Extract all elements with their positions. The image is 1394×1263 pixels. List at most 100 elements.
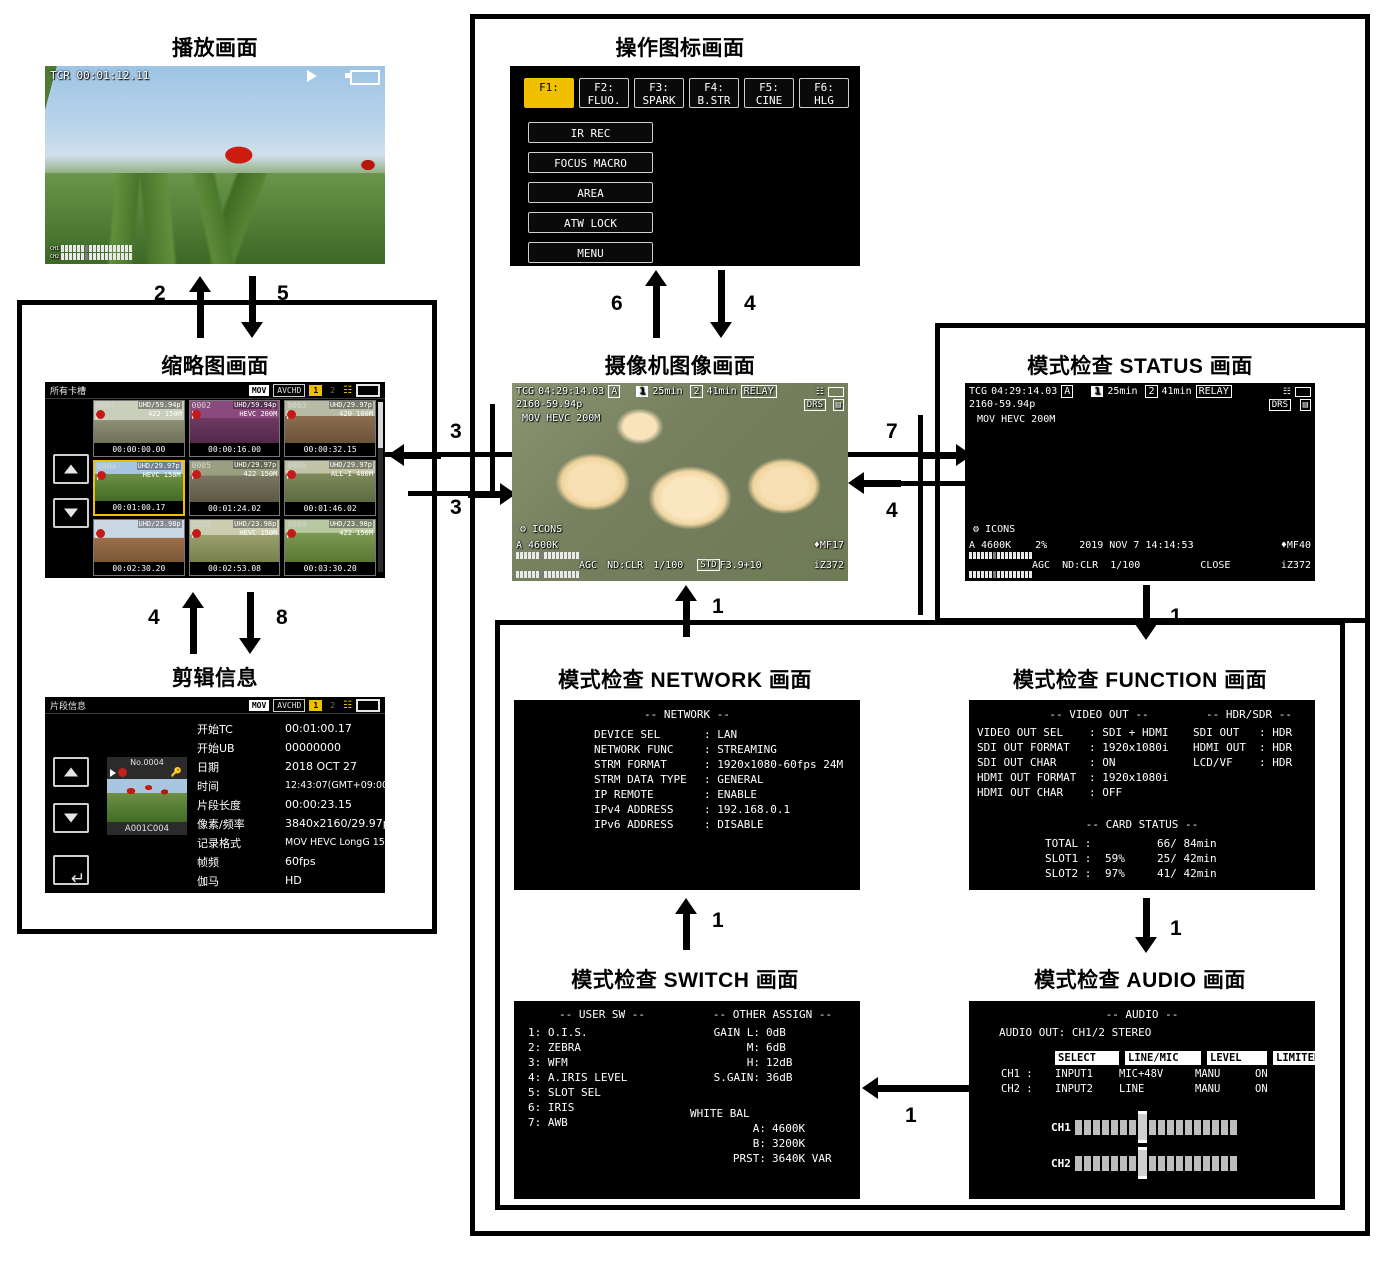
mode-switch-screen[interactable]: -- USER SW -- -- OTHER ASSIGN -- 1: O.I.… <box>514 1001 860 1199</box>
row-value: GENERAL <box>717 773 763 786</box>
clip-info-value: 00:01:00.17 <box>285 722 352 735</box>
function-button-f5[interactable]: F5:CINE <box>744 78 794 108</box>
thumbnail-clip-number: 0007 <box>96 520 115 529</box>
row-key: HDMI OUT FORMAT <box>977 770 1089 785</box>
clip-info-key: 伽马 <box>197 873 285 889</box>
title-thumbnail: 缩略图画面 <box>45 350 385 380</box>
playback-video-frame <box>45 66 385 264</box>
thumbnail-clip-format: UHD/59.94p <box>138 401 182 409</box>
white-bal-key: PRST: <box>690 1151 766 1166</box>
function-video-rows-row: HDMI OUT CHAR: OFF <box>977 785 1168 800</box>
audio-out-value: AUDIO OUT: CH1/2 STEREO <box>999 1025 1151 1040</box>
clip-info-back-button[interactable] <box>53 855 89 885</box>
icon-menu-button-focus-macro[interactable]: FOCUS MACRO <box>528 152 653 173</box>
thumbnail-clip-0006[interactable]: 0006UHD/29.97pALL-I 400M00:01:46.02 <box>284 460 376 517</box>
clip-info-up-button[interactable] <box>53 757 89 787</box>
clip-info-thumb-name: A001C004 <box>107 824 187 834</box>
key-icon: 🔑 <box>171 768 182 777</box>
gain-value: 36dB <box>766 1071 793 1084</box>
thumbnail-clip-0004[interactable]: 0004UHD/29.97pHEVC 150M00:01:00.17 <box>93 460 185 517</box>
card-remaining: 25/ 42min <box>1157 852 1217 865</box>
function-button-f1[interactable]: F1: <box>524 78 574 108</box>
clip-info-down-button[interactable] <box>53 803 89 833</box>
camera-image-screen[interactable]: TCG 04:29:14.03 A 1 25min 2 41min RELAY … <box>512 383 848 581</box>
function-button-label: FLUO. <box>580 94 628 107</box>
playback-tcr: TCR 00:01:12.11 <box>50 69 149 82</box>
thumbnail-clip-0003[interactable]: 0003UHD/29.97p420 100M00:00:32.15 <box>284 400 376 457</box>
thumbnail-clip-0002[interactable]: 0002UHD/59.94pHEVC 200M00:00:16.00 <box>189 400 281 457</box>
gain-row: H: 12dB <box>690 1055 793 1070</box>
arrow-label-1-status-function: 1 <box>1170 606 1182 627</box>
gear-icon: ⚙ <box>973 524 979 535</box>
status-zoom: iZ372 <box>1281 560 1311 571</box>
arrow-label-4-thumb: 4 <box>148 607 160 628</box>
title-clip-info: 剪辑信息 <box>45 662 385 692</box>
audio-cell: MANU <box>1195 1083 1255 1095</box>
status-focus: ♦MF40 <box>1281 540 1311 551</box>
thumbnail-clip-number: 0002 <box>192 401 211 410</box>
thumbnail-clip-0005[interactable]: 0005UHD/29.97p422 150M00:01:24.02 <box>189 460 281 517</box>
clip-info-rows: 开始TC00:01:00.17开始UB00000000日期2018 OCT 27… <box>197 719 385 890</box>
network-rows-row: IP REMOTE: ENABLE <box>594 787 843 802</box>
thumbnail-clip-format: UHD/29.97p <box>137 462 181 470</box>
thumbnail-clip-0001[interactable]: 0001UHD/59.94p422 150M00:00:00.00 <box>93 400 185 457</box>
gain-row: GAIN L:0dB <box>690 1025 793 1040</box>
status-slot2-time: 41min <box>1162 386 1192 397</box>
clip-info-value: 3840x2160/29.97p <box>285 817 385 830</box>
icon-menu-button-atw-lock[interactable]: ATW LOCK <box>528 212 653 233</box>
operation-icon-screen[interactable]: F1:F2:FLUO.F3:SPARKF4:B.STRF5:CINEF6:HLG… <box>510 66 860 266</box>
status-resolution: 2160-59.94p <box>969 399 1035 410</box>
function-button-f2[interactable]: F2:FLUO. <box>579 78 629 108</box>
icon-menu-button-ir-rec[interactable]: IR REC <box>528 122 653 143</box>
thumbnail-clip-0009[interactable]: 0009UHD/23.98p422 150M00:03:30.20 <box>284 519 376 576</box>
clip-info-screen[interactable]: 片段信息 MOV AVCHD 1 2 ☷ No.0004 🔑 A001C004 … <box>45 697 385 893</box>
audio-level-meter-ch2: CH2 <box>1051 1147 1237 1179</box>
function-button-f6[interactable]: F6:HLG <box>799 78 849 108</box>
row-separator: : <box>1089 756 1102 769</box>
playback-timecode: 00:01:12.11 <box>77 69 150 82</box>
mode-network-screen[interactable]: -- NETWORK -- DEVICE SEL: LANNETWORK FUN… <box>514 700 860 890</box>
thumbnail-scroll-down-button[interactable] <box>53 498 89 528</box>
mode-function-screen[interactable]: -- VIDEO OUT -- -- HDR/SDR -- VIDEO OUT … <box>969 700 1315 890</box>
row-separator: : <box>704 818 717 831</box>
clip-info-key: 开始TC <box>197 721 285 737</box>
arrow-label-4-status: 4 <box>886 500 898 521</box>
battery-icon <box>350 70 380 85</box>
arrow-label-4-icon: 4 <box>744 293 756 314</box>
level-marker <box>1138 1111 1147 1143</box>
gain-key: GAIN L: <box>690 1025 760 1040</box>
arrow-label-3-left: 3 <box>450 421 462 442</box>
thumbnail-screen[interactable]: 所有卡槽 MOV AVCHD 1 2 ☷ 0001UHD/59.94p422 1… <box>45 382 385 578</box>
title-mode-function: 模式检查 FUNCTION 画面 <box>965 664 1315 694</box>
user-sw-row: 7: AWB <box>528 1115 627 1130</box>
gain-value: 12dB <box>766 1056 793 1069</box>
row-key: VIDEO OUT SEL <box>977 725 1089 740</box>
function-button-f3[interactable]: F3:SPARK <box>634 78 684 108</box>
row-value: 1920x1080-60fps 24M <box>717 758 843 771</box>
function-button-f4[interactable]: F4:B.STR <box>689 78 739 108</box>
audio-table-row: CH2 :INPUT2LINEMANUONON <box>1001 1083 1315 1095</box>
meter-ch1 <box>969 552 1032 559</box>
thumbnail-clip-0007[interactable]: 0007UHD/23.98p00:02:30.20 <box>93 519 185 576</box>
thumbnail-clip-0008[interactable]: 0008UHD/23.98pHEVC 150M00:02:53.08 <box>189 519 281 576</box>
mode-audio-screen[interactable]: -- AUDIO -- AUDIO OUT: CH1/2 STEREO SELE… <box>969 1001 1315 1199</box>
row-separator: : <box>704 743 717 756</box>
thumbnail-scrollbar[interactable] <box>378 402 383 572</box>
arrow-function-to-audio <box>1135 898 1157 953</box>
function-button-key: F5: <box>745 81 793 94</box>
row-value: HDR <box>1272 756 1292 769</box>
thumbnail-clip-number: 0006 <box>287 461 306 470</box>
audio-col-limiter: LIMITER <box>1273 1051 1315 1065</box>
gain-key: H: <box>690 1055 760 1070</box>
thumbnail-scroll-up-button[interactable] <box>53 454 89 484</box>
row-key: NETWORK FUNC <box>594 742 704 757</box>
camera-shutter: 1/100 <box>653 560 683 571</box>
playback-screen[interactable]: TCR 00:01:12.11 CH1 CH2 <box>45 66 385 264</box>
network-rows-row: DEVICE SEL: LAN <box>594 727 843 742</box>
icon-menu-button-menu[interactable]: MENU <box>528 242 653 263</box>
icon-menu-button-area[interactable]: AREA <box>528 182 653 203</box>
flowchart-canvas: 2 5 4 8 3 3 6 4 7 4 1 <box>0 0 1394 1263</box>
network-rows-row: IPv6 ADDRESS: DISABLE <box>594 817 843 832</box>
mode-status-screen[interactable]: TCG 04:29:14.03 A 1 25min 2 41min RELAY … <box>965 383 1315 581</box>
row-key: STRM FORMAT <box>594 757 704 772</box>
